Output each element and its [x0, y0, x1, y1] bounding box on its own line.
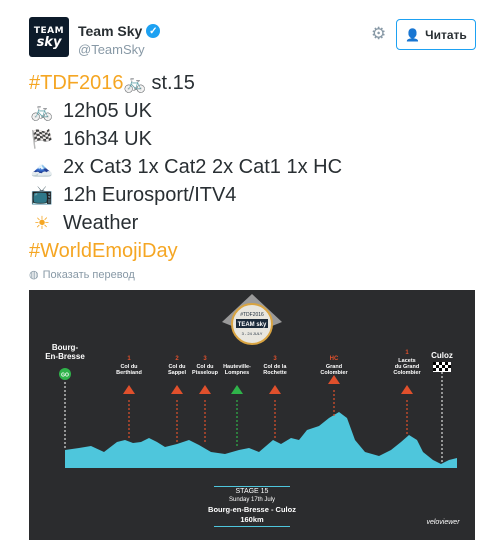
tweet-line-7: #WorldEmojiDay	[29, 238, 178, 265]
tweet-line-5: 📺 12h Eurosport/ITV4	[29, 182, 237, 209]
bicycle-icon: 🚲	[30, 101, 54, 121]
svg-text:veloviewer: veloviewer	[426, 519, 460, 526]
svg-text:STAGE 15: STAGE 15	[236, 488, 269, 495]
hashtag-link[interactable]: #TDF2016	[29, 70, 124, 97]
svg-text:#TDF2016: #TDF2016	[240, 312, 264, 318]
checkered-flag-icon: 🏁	[30, 129, 54, 149]
tweet-line-1: #TDF2016 🚲 st.15	[29, 70, 195, 97]
bicycle-icon: 🚲	[123, 73, 146, 93]
svg-text:160km: 160km	[240, 515, 264, 524]
mountain-icon: 🗻	[30, 157, 54, 177]
svg-text:1: 1	[127, 356, 131, 362]
tweet-line-2: 🚲 12h05 UK	[29, 98, 152, 125]
svg-text:GO: GO	[61, 373, 69, 379]
verified-icon: ✓	[146, 24, 161, 38]
svg-text:HC: HC	[330, 356, 339, 362]
svg-text:Culoz: Culoz	[431, 351, 453, 360]
television-icon: 📺	[30, 185, 54, 205]
follow-button[interactable]: 👤 Читать	[396, 19, 476, 50]
tweet-line-3: 🏁 16h34 UK	[29, 126, 152, 153]
stage-profile-image[interactable]: #TDF2016 TEAM sky 3 - 24 JULY Bourg-En-B…	[29, 290, 475, 540]
sun-icon: ☀	[33, 213, 51, 233]
svg-text:Bourg-en-Bresse - Culoz: Bourg-en-Bresse - Culoz	[208, 505, 296, 514]
svg-text:3: 3	[203, 356, 207, 362]
svg-text:2: 2	[175, 356, 179, 362]
svg-text:Col duBerthiand: Col du Berthiand	[116, 364, 142, 376]
start-label: Bourg-En-Bresse	[45, 343, 85, 361]
svg-text:Col duPisseloup: Col du Pisseloup	[192, 364, 219, 376]
svg-text:3 - 24 JULY: 3 - 24 JULY	[242, 331, 263, 336]
svg-text:Lacetsdu GrandColombier: Lacets du Grand Colombier	[393, 358, 421, 376]
user-handle[interactable]: @TeamSky	[78, 42, 145, 57]
hashtag-link[interactable]: #WorldEmojiDay	[29, 238, 178, 265]
svg-text:TEAM sky: TEAM sky	[238, 322, 267, 328]
svg-text:3: 3	[273, 356, 277, 362]
translate-link[interactable]: ◍ Показать перевод	[29, 268, 135, 282]
tweet-line-6: ☀ Weather	[29, 210, 138, 237]
svg-text:Col duSappel: Col du Sappel	[168, 364, 187, 376]
elevation-profile	[65, 412, 457, 468]
svg-text:1: 1	[405, 350, 409, 356]
finish-flag-icon	[433, 362, 451, 372]
svg-text:Sunday 17th July: Sunday 17th July	[229, 497, 275, 503]
display-name[interactable]: Team Sky ✓	[78, 23, 161, 39]
globe-icon: ◍	[29, 269, 39, 281]
avatar[interactable]: TEAM sky	[29, 17, 69, 57]
svg-text:GrandColombier: Grand Colombier	[320, 364, 348, 376]
add-user-icon: 👤	[405, 27, 421, 42]
gear-icon[interactable]: ⚙	[371, 25, 386, 43]
stage-profile-graphic: #TDF2016 TEAM sky 3 - 24 JULY Bourg-En-B…	[45, 294, 460, 527]
svg-text:Hauteville-Lompnes: Hauteville-Lompnes	[223, 364, 251, 376]
svg-text:Col de laRochette: Col de la Rochette	[263, 364, 287, 376]
tweet-line-4: 🗻 2x Cat3 1x Cat2 2x Cat1 1x HC	[29, 154, 342, 181]
